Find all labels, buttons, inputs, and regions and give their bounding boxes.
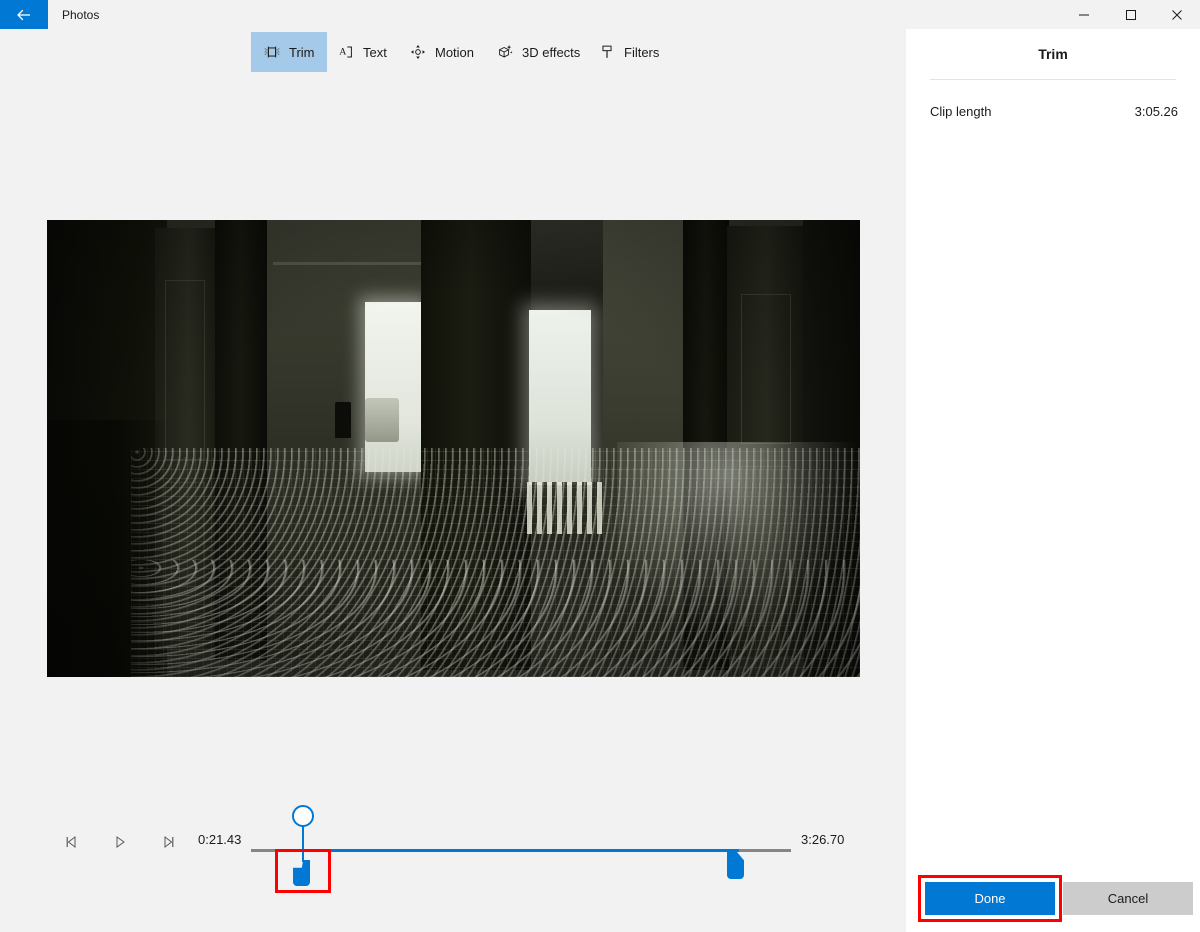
svg-text:A: A — [339, 46, 347, 57]
tool-label: Text — [363, 44, 387, 60]
trim-end-grip[interactable] — [727, 849, 744, 879]
start-time-label: 0:21.43 — [198, 832, 242, 847]
preview-vignette — [47, 220, 860, 677]
clip-length-value: 3:05.26 — [1134, 103, 1178, 119]
tool-label: Filters — [624, 44, 660, 60]
motion-icon — [410, 44, 426, 60]
tool-motion[interactable]: Motion — [397, 32, 486, 72]
next-frame-button[interactable] — [154, 828, 182, 856]
panel-title: Trim — [1038, 46, 1068, 62]
tool-filters[interactable]: Filters — [586, 32, 671, 72]
tool-label: 3D effects — [522, 44, 581, 60]
app-title: Photos — [62, 7, 100, 22]
transport-controls: 0:21.43 3:26.70 — [0, 790, 906, 890]
tool-label: Trim — [289, 44, 315, 60]
panel-divider — [930, 79, 1176, 80]
done-button[interactable]: Done — [925, 882, 1055, 915]
minimize-icon — [1079, 14, 1089, 15]
tool-label: Motion — [435, 44, 475, 60]
clip-length-row: Clip length 3:05.26 — [930, 97, 1178, 125]
tool-3d-effects[interactable]: 3D effects — [484, 32, 592, 72]
close-icon — [1172, 9, 1182, 20]
play-icon — [116, 836, 125, 848]
tool-trim[interactable]: Trim — [251, 32, 327, 72]
trim-start-highlight-marker — [275, 849, 331, 893]
text-icon: A — [339, 46, 352, 58]
trim-icon — [264, 46, 280, 58]
video-preview[interactable] — [47, 220, 860, 677]
photos-video-editor-window: Photos Trim A Text Motion 3D effects Fil… — [0, 0, 1200, 932]
trim-end-handle[interactable] — [727, 849, 747, 879]
next-frame-icon — [164, 835, 174, 849]
back-button[interactable] — [0, 0, 48, 29]
trim-side-panel: Trim Clip length 3:05.26 Done Cancel — [906, 29, 1200, 932]
previous-frame-button[interactable] — [58, 828, 86, 856]
timeline-track[interactable] — [251, 849, 791, 852]
previous-frame-icon — [66, 835, 76, 849]
preview-stage — [0, 77, 906, 812]
close-button[interactable] — [1154, 0, 1200, 29]
title-bar: Photos — [0, 0, 1200, 29]
back-arrow-icon — [17, 9, 30, 20]
maximize-button[interactable] — [1108, 0, 1154, 29]
maximize-icon — [1126, 9, 1136, 20]
cancel-button[interactable]: Cancel — [1063, 882, 1193, 915]
track-segment-selected — [304, 849, 739, 852]
filters-icon — [602, 45, 612, 58]
end-time-label: 3:26.70 — [801, 832, 845, 847]
clip-length-label: Clip length — [930, 103, 992, 119]
3d-effects-icon — [498, 44, 513, 58]
play-button[interactable] — [106, 828, 134, 856]
minimize-button[interactable] — [1061, 0, 1107, 29]
editing-toolbar: Trim A Text Motion 3D effects Filters — [0, 29, 906, 77]
trim-start-knob[interactable] — [292, 805, 314, 827]
tool-text[interactable]: A Text — [325, 32, 399, 72]
